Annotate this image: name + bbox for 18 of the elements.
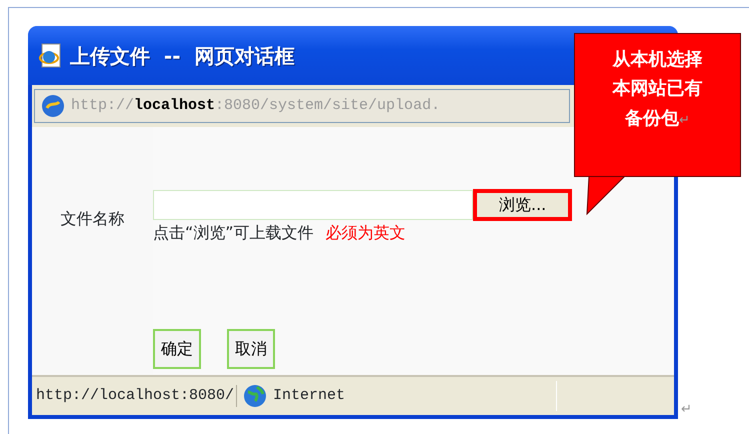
address-field[interactable]: http://localhost:8080/system/site/upload.: [34, 89, 570, 123]
browse-button[interactable]: 浏览...: [473, 189, 572, 221]
paragraph-mark: ↵: [679, 112, 690, 130]
window-title: 上传文件 -- 网页对话框: [70, 42, 294, 70]
hint-text: 点击“浏览”可上载文件: [153, 222, 314, 244]
zone-label: Internet: [273, 386, 346, 406]
callout-text: 备份包: [625, 106, 680, 130]
address-text: http://localhost:8080/system/site/upload.: [71, 96, 440, 116]
cancel-button[interactable]: 取消: [227, 329, 275, 369]
field-label: 文件名称: [60, 208, 124, 230]
browser-icon: [38, 42, 62, 68]
ok-button[interactable]: 确定: [153, 329, 201, 369]
paragraph-mark: ↵: [681, 401, 692, 419]
warning-text: 必须为英文: [326, 222, 406, 244]
status-url: http://localhost:8080/: [32, 384, 238, 408]
callout-text: 本网站已有: [612, 77, 702, 101]
file-field[interactable]: [153, 190, 473, 220]
callout-text: 从本机选择: [612, 48, 702, 72]
